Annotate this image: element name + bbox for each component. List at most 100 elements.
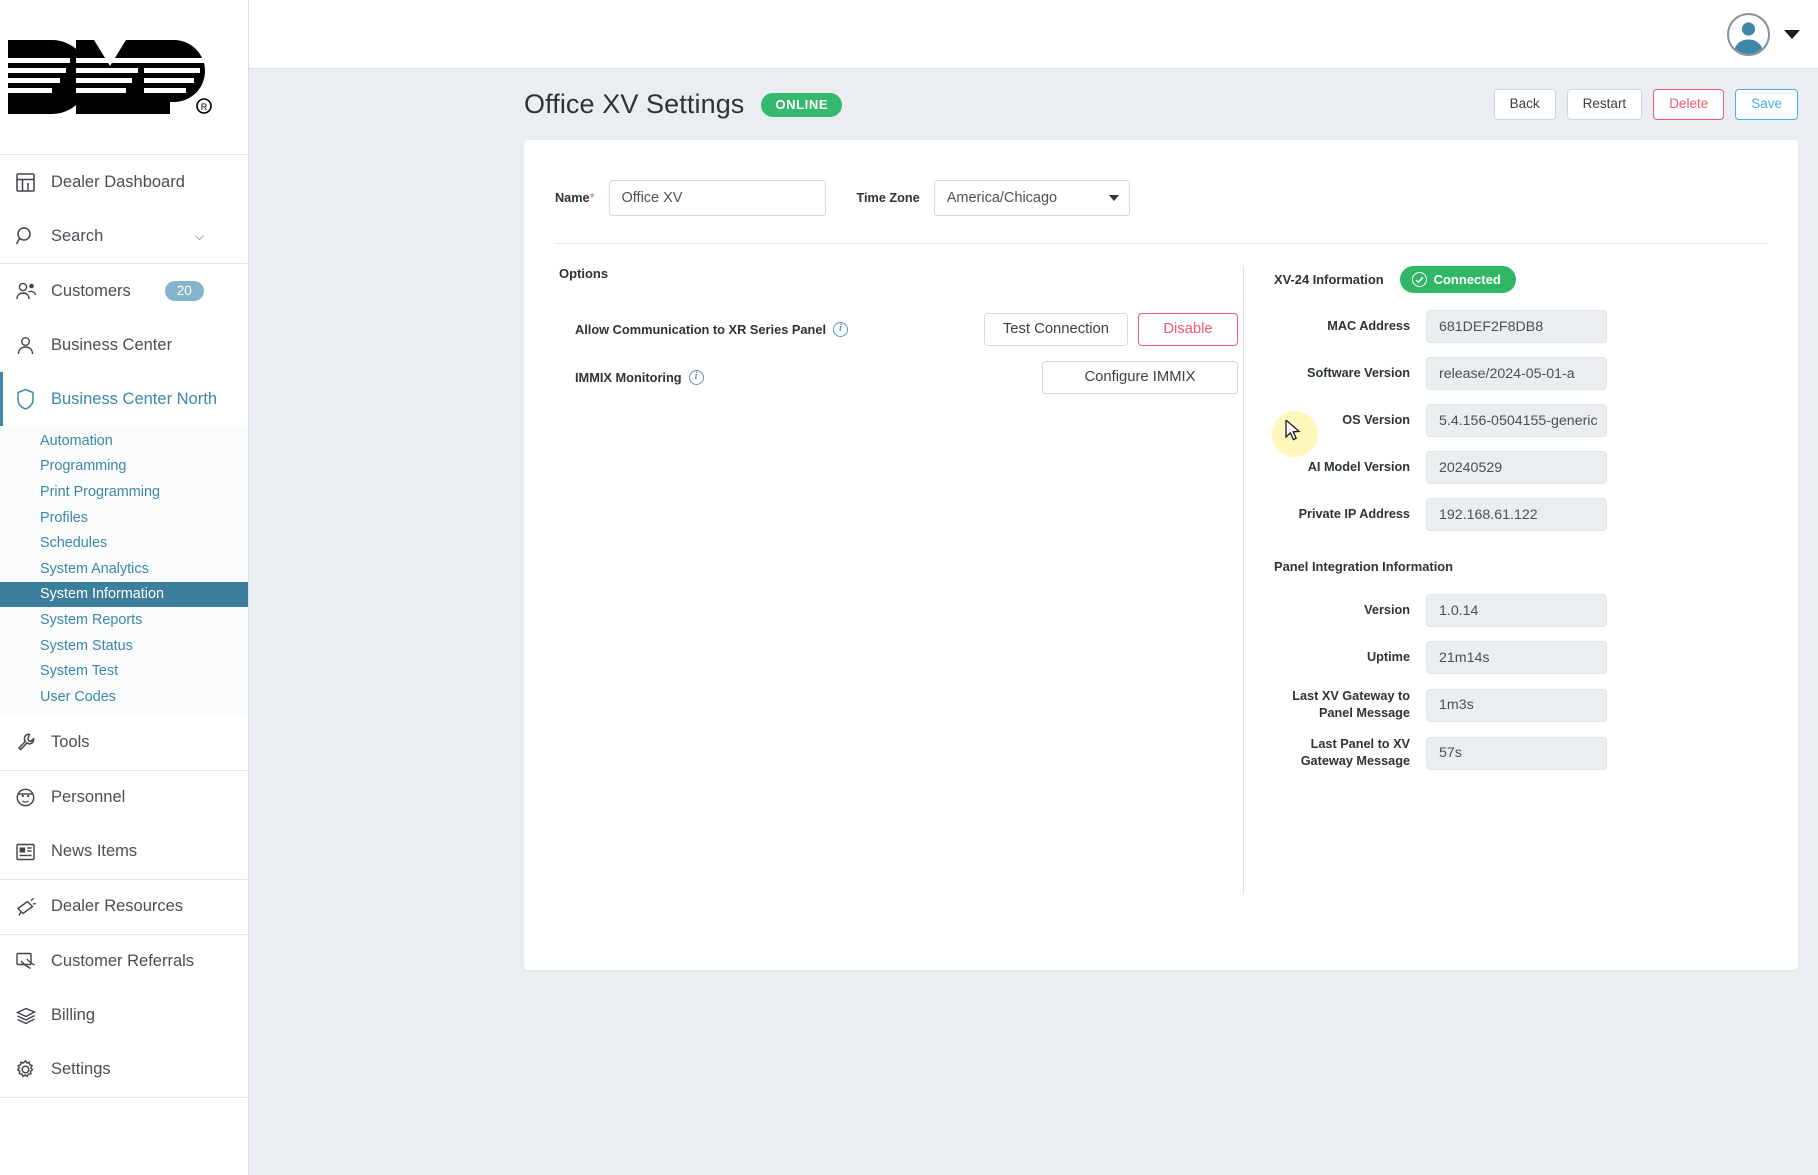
sidebar-item-dealer-resources[interactable]: Dealer Resources xyxy=(0,880,248,934)
sidebar-subitem-schedules[interactable]: Schedules xyxy=(0,530,248,556)
timezone-label: Time Zone xyxy=(856,191,920,205)
info-value: 681DEF2F8DB8 xyxy=(1426,310,1607,343)
info-circle-icon[interactable]: i xyxy=(688,369,704,385)
info-row-software-version: Software Version release/2024-05-01-a xyxy=(1274,357,1798,390)
sidebar-subitem-system-reports[interactable]: System Reports xyxy=(0,607,248,633)
sidebar-group-referrals: Customer Referrals Billing Settings xyxy=(0,935,248,1098)
info-value: 1.0.14 xyxy=(1426,594,1607,627)
sidebar-item-label: Personnel xyxy=(51,788,126,807)
required-asterisk: * xyxy=(589,191,595,205)
avatar[interactable] xyxy=(1727,12,1770,56)
sidebar-item-billing[interactable]: Billing xyxy=(0,989,248,1043)
option-controls: Test Connection Disable xyxy=(983,312,1238,346)
newspaper-icon xyxy=(14,840,37,863)
info-label: Last Panel to XV Gateway Message xyxy=(1300,737,1410,769)
info-value: 21m14s xyxy=(1426,641,1607,674)
option-label: IMMIX Monitoring i xyxy=(575,369,704,385)
sidebar-item-settings[interactable]: Settings xyxy=(0,1043,248,1097)
svg-text:R: R xyxy=(201,102,208,112)
sidebar-item-label: Settings xyxy=(51,1060,111,1079)
sidebar-item-dealer-dashboard[interactable]: Dealer Dashboard xyxy=(0,155,248,209)
sidebar-item-news-items[interactable]: News Items xyxy=(0,825,248,879)
timezone-select-wrap: America/Chicago xyxy=(933,180,1130,216)
restart-button[interactable]: Restart xyxy=(1566,88,1643,121)
sidebar-subitem-user-codes[interactable]: User Codes xyxy=(0,684,248,710)
dmp-logo[interactable]: R xyxy=(0,0,248,155)
info-label: Version xyxy=(1364,602,1410,617)
sidebar-subitem-system-test[interactable]: System Test xyxy=(0,658,248,684)
info-circle-icon[interactable]: i xyxy=(833,321,849,337)
chevron-down-icon[interactable] xyxy=(1784,29,1800,39)
xv24-heading: XV-24 Information xyxy=(1274,272,1384,287)
sidebar-subitem-system-analytics[interactable]: System Analytics xyxy=(0,556,248,582)
disable-button[interactable]: Disable xyxy=(1138,312,1238,346)
sidebar-group-resources: Dealer Resources xyxy=(0,880,248,935)
info-row-last-gateway-to-panel: Last XV Gateway to Panel Message 1m3s xyxy=(1274,688,1798,722)
info-value: 192.168.61.122 xyxy=(1426,498,1607,531)
name-label-text: Name xyxy=(555,191,590,205)
timezone-select[interactable]: America/Chicago xyxy=(933,180,1130,216)
sidebar-item-tools[interactable]: Tools xyxy=(0,716,248,770)
options-column: Options Allow Communication to XR Series… xyxy=(524,266,1238,894)
connection-status-badge: Connected xyxy=(1399,266,1516,293)
options-heading: Options xyxy=(559,266,609,281)
customers-icon xyxy=(14,280,37,303)
delete-button[interactable]: Delete xyxy=(1653,88,1725,121)
sidebar: R Dealer Dashboard Search ⌵ Customers 20… xyxy=(0,0,249,1175)
sidebar-subitem-system-status[interactable]: System Status xyxy=(0,633,248,659)
sidebar-subitem-print-programming[interactable]: Print Programming xyxy=(0,479,248,505)
option-label-text: IMMIX Monitoring xyxy=(575,369,682,385)
sidebar-subitem-programming[interactable]: Programming xyxy=(0,454,248,480)
personnel-icon xyxy=(14,786,37,809)
info-row-mac-address: MAC Address 681DEF2F8DB8 xyxy=(1274,310,1798,343)
sidebar-subitem-automation[interactable]: Automation xyxy=(0,428,248,454)
info-value: release/2024-05-01-a xyxy=(1426,357,1607,390)
sidebar-item-label: Business Center xyxy=(51,335,173,354)
info-label: AI Model Version xyxy=(1307,459,1410,474)
app-root: R Dealer Dashboard Search ⌵ Customers 20… xyxy=(0,0,1818,1175)
status-badge: ONLINE xyxy=(761,92,843,117)
option-row-immix: IMMIX Monitoring i Configure IMMIX xyxy=(559,353,1238,401)
configure-immix-button[interactable]: Configure IMMIX xyxy=(1042,360,1238,394)
shield-icon xyxy=(14,388,37,411)
sidebar-group-primary: Dealer Dashboard Search ⌵ xyxy=(0,155,248,264)
sidebar-item-label: Billing xyxy=(51,1006,96,1025)
sidebar-item-business-center[interactable]: Business Center xyxy=(0,318,248,372)
sidebar-item-label: Customers xyxy=(51,281,131,300)
info-row-last-panel-to-gateway: Last Panel to XV Gateway Message 57s xyxy=(1274,736,1798,770)
check-circle-icon xyxy=(1411,272,1427,287)
info-value: 1m3s xyxy=(1426,688,1607,722)
option-label: Allow Communication to XR Series Panel i xyxy=(575,321,849,337)
sidebar-item-business-center-north[interactable]: Business Center North xyxy=(0,372,248,426)
topbar xyxy=(249,0,1818,69)
chevron-down-icon[interactable]: ⌵ xyxy=(195,230,204,242)
option-controls: Configure IMMIX xyxy=(1042,360,1238,394)
connection-status-text: Connected xyxy=(1433,272,1501,287)
handshake-icon xyxy=(14,950,37,973)
customers-count-badge: 20 xyxy=(164,280,204,302)
info-label: MAC Address xyxy=(1327,318,1410,333)
person-icon xyxy=(14,334,37,357)
name-input[interactable] xyxy=(608,180,826,216)
sidebar-item-personnel[interactable]: Personnel xyxy=(0,771,248,825)
sidebar-item-label: Dealer Dashboard xyxy=(51,172,185,191)
name-label: Name* xyxy=(555,191,595,205)
sidebar-subitem-profiles[interactable]: Profiles xyxy=(0,505,248,531)
info-label: Uptime xyxy=(1367,649,1410,664)
card-body: Options Allow Communication to XR Series… xyxy=(524,244,1798,894)
save-button[interactable]: Save xyxy=(1735,88,1798,121)
megaphone-icon xyxy=(14,895,37,918)
sidebar-subitem-system-information[interactable]: System Information xyxy=(0,581,248,608)
sidebar-item-label: Customer Referrals xyxy=(51,952,195,971)
sidebar-item-customers[interactable]: Customers 20 xyxy=(0,264,248,318)
sidebar-item-label: Tools xyxy=(51,733,90,752)
sidebar-item-search[interactable]: Search ⌵ xyxy=(0,209,248,263)
sidebar-item-customer-referrals[interactable]: Customer Referrals xyxy=(0,935,248,989)
main-area: Office XV Settings ONLINE Back Restart D… xyxy=(249,0,1818,1175)
sidebar-item-label: News Items xyxy=(51,842,138,861)
test-connection-button[interactable]: Test Connection xyxy=(983,312,1128,346)
page-actions: Back Restart Delete Save xyxy=(1493,88,1798,121)
back-button[interactable]: Back xyxy=(1493,88,1556,121)
xv24-header: XV-24 Information Connected xyxy=(1274,266,1798,293)
option-label-text: Allow Communication to XR Series Panel xyxy=(575,321,827,337)
